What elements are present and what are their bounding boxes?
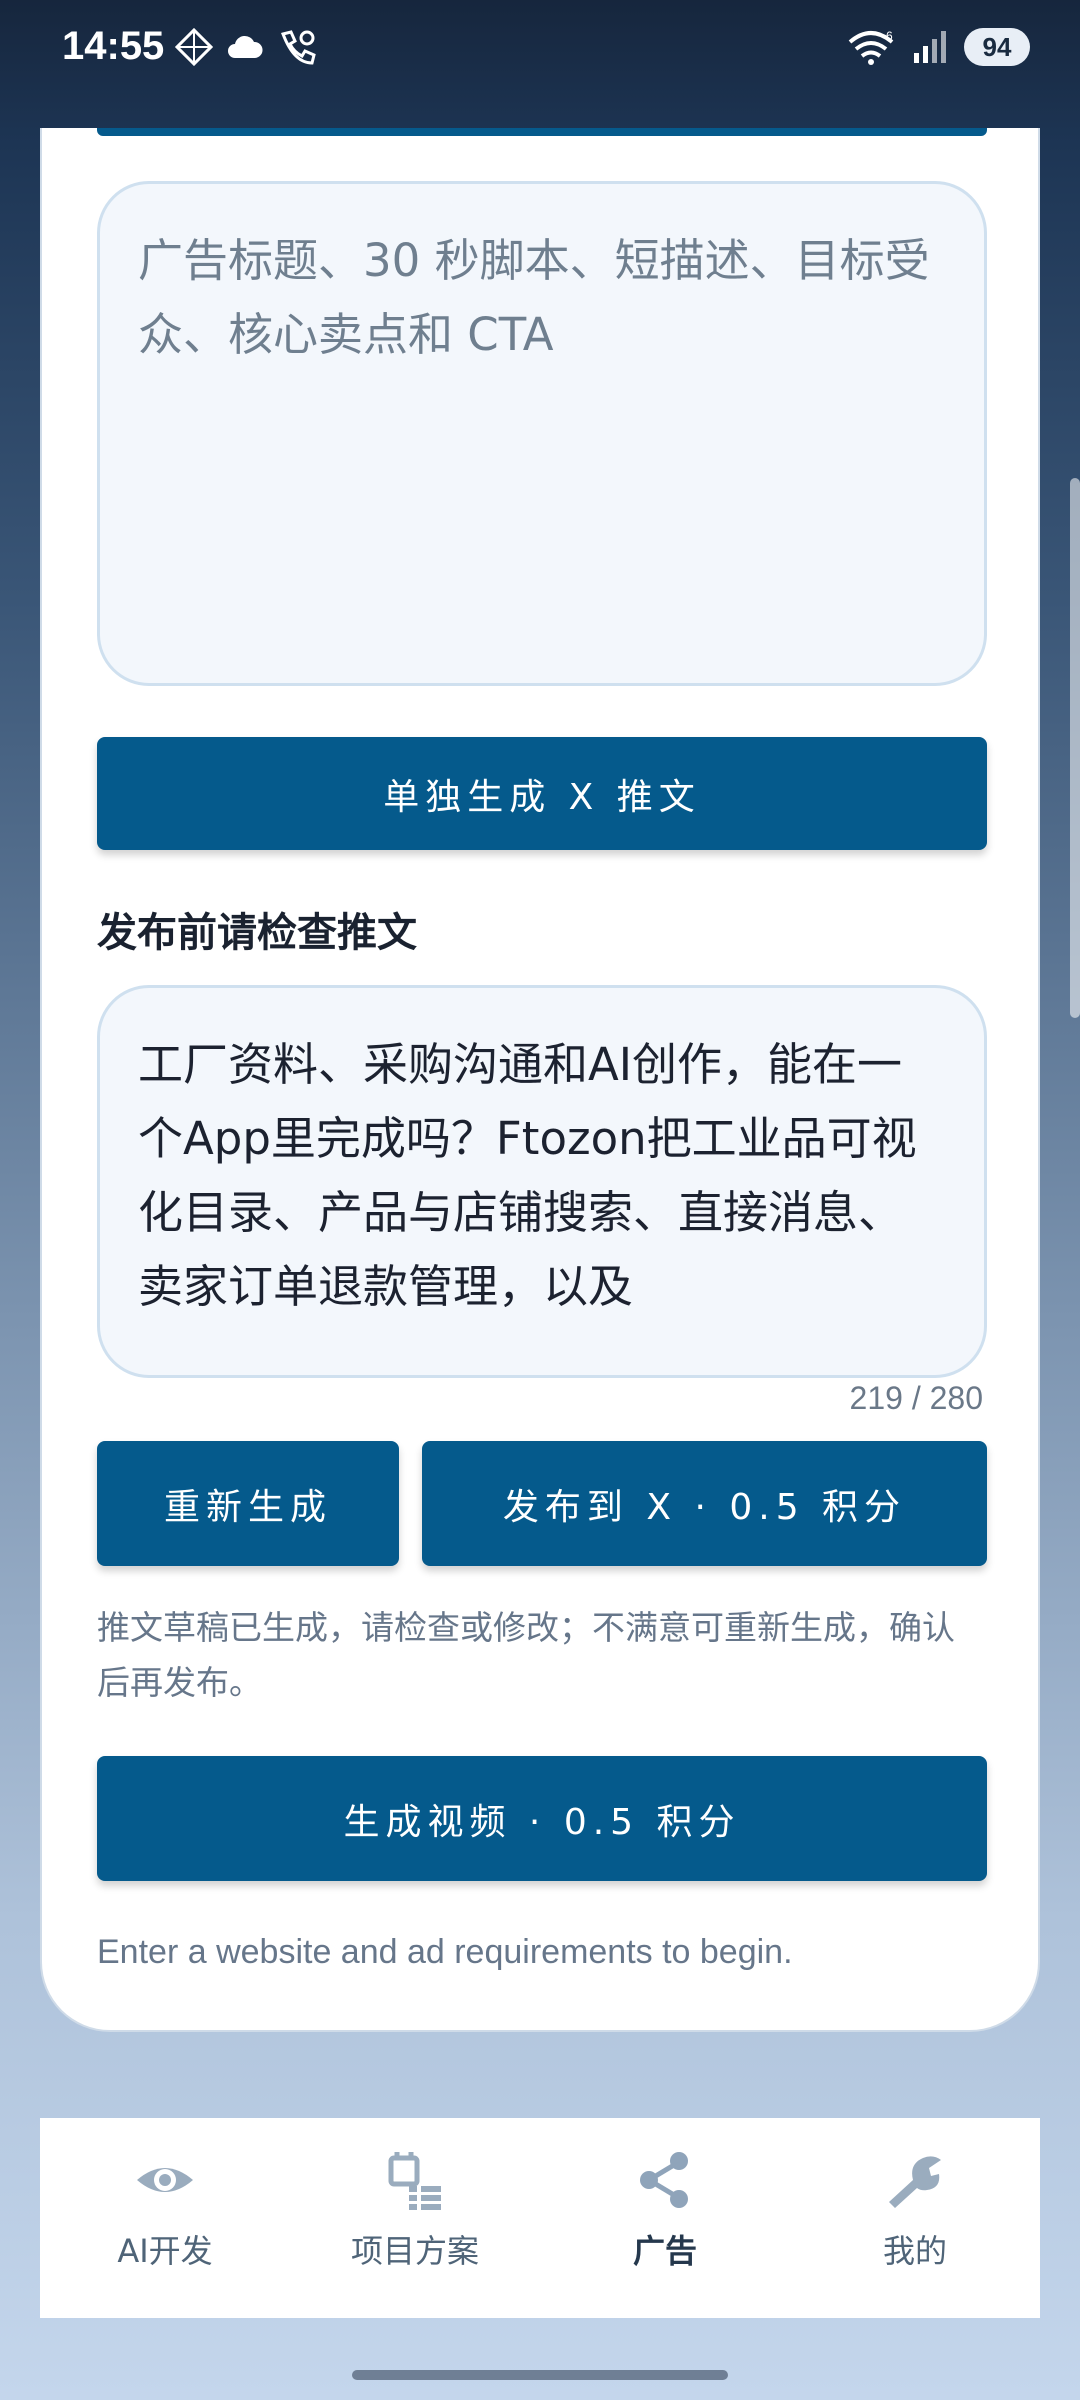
status-icons-left [175,28,317,66]
eye-icon [137,2168,193,2192]
cloud-icon [228,35,263,58]
plan-icon [388,2152,441,2210]
diamond-app-icon [175,28,213,66]
signal-icon [914,31,946,63]
review-section-title: 发布前请检查推文 [97,910,417,956]
wifi-icon: 6 [848,29,894,65]
call-icon [280,30,316,65]
nav-item-mine[interactable]: 我的 [790,2118,1040,2318]
publish-to-x-button[interactable]: 发布到 X · 0.5 积分 [422,1441,987,1566]
generate-video-button[interactable]: 生成视频 · 0.5 积分 [97,1756,987,1881]
status-bar: 14:55 6 94 [0,0,1080,110]
ad-generator-card: 广告标题、30 秒脚本、短描述、目标受众、核心卖点和 CTA 单独生成 X 推文… [40,128,1040,2032]
status-time: 14:55 [62,24,165,68]
ad-requirements-placeholder: 广告标题、30 秒脚本、短描述、目标受众、核心卖点和 CTA [138,234,930,361]
share-icon [640,2152,688,2208]
regenerate-button[interactable]: 重新生成 [97,1441,399,1566]
tweet-draft-input[interactable]: 工厂资料、采购沟通和AI创作，能在一个App里完成吗？Ftozon把工业品可视化… [97,985,987,1378]
home-indicator[interactable] [352,2370,728,2380]
previous-button-edge[interactable] [97,128,987,136]
nav-label-ads: 广告 [632,2232,697,2270]
nav-item-project-plan[interactable]: 项目方案 [290,2118,540,2318]
char-count: 219 / 280 [849,1380,983,1416]
generate-x-post-button[interactable]: 单独生成 X 推文 [97,737,987,850]
status-icons-right: 6 94 [846,28,1030,66]
nav-item-ads[interactable]: 广告 [540,2118,790,2318]
battery-indicator: 94 [964,28,1030,66]
tweet-draft-text: 工厂资料、采购沟通和AI创作，能在一个App里完成吗？Ftozon把工业品可视化… [138,1038,917,1313]
wrench-icon [889,2156,941,2208]
wifi-label: 6 [886,29,893,43]
nav-label-mine: 我的 [882,2232,947,2270]
nav-label-project-plan: 项目方案 [350,2232,479,2270]
draft-hint: 推文草稿已生成，请检查或修改；不满意可重新生成，确认后再发布。 [97,1608,955,1702]
ad-requirements-input[interactable]: 广告标题、30 秒脚本、短描述、目标受众、核心卖点和 CTA [97,181,987,686]
bottom-navigation: AI开发 项目方案 广告 我的 [40,2118,1040,2318]
begin-hint: Enter a website and ad requirements to b… [97,1933,793,1971]
scrollbar-thumb[interactable] [1070,478,1080,1018]
nav-item-ai-dev[interactable]: AI开发 [40,2118,290,2318]
nav-label-ai-dev: AI开发 [117,2232,213,2270]
